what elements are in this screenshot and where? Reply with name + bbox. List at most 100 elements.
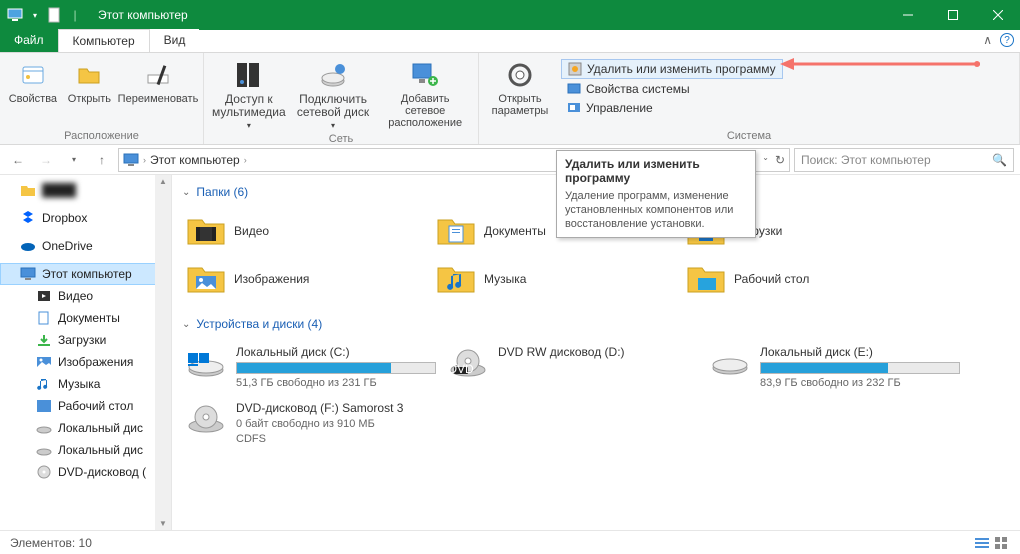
thispc-icon <box>20 266 36 282</box>
sidebar-item-onedrive[interactable]: OneDrive <box>0 235 171 257</box>
annotation-arrow <box>780 57 980 71</box>
dropdown-icon[interactable]: ▾ <box>26 6 44 24</box>
tooltip-body: Удаление программ, изменение установленн… <box>565 189 747 231</box>
group-system-label: Система <box>485 129 1013 142</box>
search-icon[interactable]: 🔍 <box>992 153 1007 167</box>
uninstall-icon <box>568 62 582 76</box>
nav-up-button[interactable]: ↑ <box>90 148 114 172</box>
folder-music[interactable]: Музыка <box>432 255 682 303</box>
search-input[interactable]: Поиск: Этот компьютер 🔍 <box>794 148 1014 172</box>
nav-back-button[interactable]: ← <box>6 148 30 172</box>
drive-label: Локальный диск (C:) <box>236 345 436 359</box>
details-view-button[interactable] <box>974 536 990 550</box>
map-drive-button[interactable]: Подключить сетевой диск ▾ <box>294 57 373 132</box>
breadcrumb-separator[interactable]: › <box>143 155 146 165</box>
documents-icon <box>36 310 52 326</box>
open-icon <box>73 59 105 91</box>
drives-group-header[interactable]: ⌄ Устройства и диски (4) <box>182 313 1010 335</box>
sidebar-item-thispc[interactable]: Этот компьютер <box>0 263 171 285</box>
drive-e[interactable]: Локальный диск (E:)83,9 ГБ свободно из 2… <box>706 339 968 395</box>
status-bar: Элементов: 10 <box>0 530 1020 554</box>
drive-icon <box>186 401 226 437</box>
sidebar-item-label: Локальный дис <box>58 421 143 435</box>
rename-button[interactable]: Переименовать <box>119 57 197 129</box>
sidebar-item-localc[interactable]: Локальный дис <box>0 417 171 439</box>
dropbox-icon <box>20 210 36 226</box>
uninstall-program-button[interactable]: Удалить или изменить программу <box>561 59 783 79</box>
folder-videos[interactable]: Видео <box>182 207 432 255</box>
sidebar-item-label: Рабочий стол <box>58 399 133 413</box>
sidebar-item-desktop[interactable]: Рабочий стол <box>0 395 171 417</box>
sidebar-item-label: Документы <box>58 311 120 325</box>
tab-view[interactable]: Вид <box>150 29 200 52</box>
desktop-icon <box>36 398 52 414</box>
drive-label: Локальный диск (E:) <box>760 345 960 359</box>
videos-icon <box>36 288 52 304</box>
sidebar-item-documents[interactable]: Документы <box>0 307 171 329</box>
sidebar-item-music[interactable]: Музыка <box>0 373 171 395</box>
drive-icon: DVD <box>448 345 488 381</box>
main-area: ▲ ▼ ████DropboxOneDriveЭтот компьютерВид… <box>0 175 1020 530</box>
folder-pictures[interactable]: Изображения <box>182 255 432 303</box>
breadcrumb-item[interactable]: Этот компьютер <box>150 153 240 167</box>
sidebar-item-dvdf[interactable]: DVD-дисковод ( <box>0 461 171 483</box>
nav-forward-button[interactable]: → <box>34 148 58 172</box>
manage-icon <box>567 101 581 115</box>
pictures-icon <box>36 354 52 370</box>
address-dropdown-icon[interactable]: ⌄ <box>762 153 769 167</box>
sidebar-item-dropbox[interactable]: Dropbox <box>0 207 171 229</box>
dropdown-icon: ▾ <box>331 121 335 130</box>
help-icon[interactable]: ? <box>1000 33 1014 47</box>
tab-computer[interactable]: Компьютер <box>58 29 150 52</box>
chevron-down-icon: ⌄ <box>182 319 190 330</box>
system-properties-button[interactable]: Свойства системы <box>561 80 783 98</box>
add-network-location-button[interactable]: Добавить сетевое расположение <box>378 57 472 132</box>
icons-view-button[interactable] <box>994 536 1010 550</box>
music-icon <box>36 376 52 392</box>
add-network-icon <box>409 59 441 91</box>
open-settings-button[interactable]: Открыть параметры <box>485 57 555 129</box>
sidebar-item-label: ████ <box>42 183 76 197</box>
sidebar-item-locale[interactable]: Локальный дис <box>0 439 171 461</box>
close-button[interactable] <box>975 0 1020 30</box>
gear-icon <box>504 59 536 91</box>
sidebar-item-pictures[interactable]: Изображения <box>0 351 171 373</box>
downloads-icon <box>36 332 52 348</box>
map-drive-icon <box>317 59 349 91</box>
drive-icon <box>186 345 226 381</box>
scrollbar[interactable]: ▲ ▼ <box>155 175 171 530</box>
tab-file[interactable]: Файл <box>0 29 58 52</box>
minimize-button[interactable] <box>885 0 930 30</box>
open-button[interactable]: Открыть <box>66 57 113 129</box>
onedrive-icon <box>20 238 36 254</box>
media-access-button[interactable]: Доступ к мультимедиа ▾ <box>210 57 288 132</box>
navigation-pane[interactable]: ▲ ▼ ████ Dropbox OneDrive Этот компьютерВид… <box>0 175 172 530</box>
group-location-label: Расположение <box>6 129 197 142</box>
nav-history-dropdown[interactable]: ▾ <box>62 148 86 172</box>
rename-icon <box>142 59 174 91</box>
doc-icon[interactable] <box>46 6 64 24</box>
folder-desktop[interactable]: Рабочий стол <box>682 255 932 303</box>
manage-button[interactable]: Управление <box>561 99 783 117</box>
titlebar: ▾ | Этот компьютер <box>0 0 1020 30</box>
breadcrumb-separator[interactable]: › <box>244 155 247 165</box>
sidebar-item-label: Загрузки <box>58 333 106 347</box>
drive-dvd-f[interactable]: DVD-дисковод (F:) Samorost 30 байт свобо… <box>182 395 444 451</box>
sidebar-item-label: Изображения <box>58 355 133 369</box>
sidebar-item-downloads[interactable]: Загрузки <box>0 329 171 351</box>
group-network-label: Сеть <box>210 132 472 145</box>
sidebar-item-blurred[interactable]: ████ <box>0 179 171 201</box>
drive-sub: 51,3 ГБ свободно из 231 ГБ <box>236 377 436 389</box>
drive-c[interactable]: Локальный диск (C:) 51,3 ГБ свободно из 2… <box>182 339 444 395</box>
pc-icon[interactable] <box>6 6 24 24</box>
properties-button[interactable]: Свойства <box>6 57 60 129</box>
refresh-button[interactable]: ↻ <box>775 153 785 167</box>
collapse-ribbon-icon[interactable]: ∧ <box>983 33 992 47</box>
maximize-button[interactable] <box>930 0 975 30</box>
svg-text:DVD: DVD <box>448 362 474 376</box>
chevron-down-icon: ⌄ <box>182 187 190 198</box>
address-bar-row: ← → ▾ ↑ › Этот компьютер › ⌄ ↻ Поиск: Эт… <box>0 145 1020 175</box>
sidebar-item-videos[interactable]: Видео <box>0 285 171 307</box>
dvdf-icon <box>36 464 52 480</box>
drive-dvd-d[interactable]: DVDDVD RW дисковод (D:) <box>444 339 706 395</box>
